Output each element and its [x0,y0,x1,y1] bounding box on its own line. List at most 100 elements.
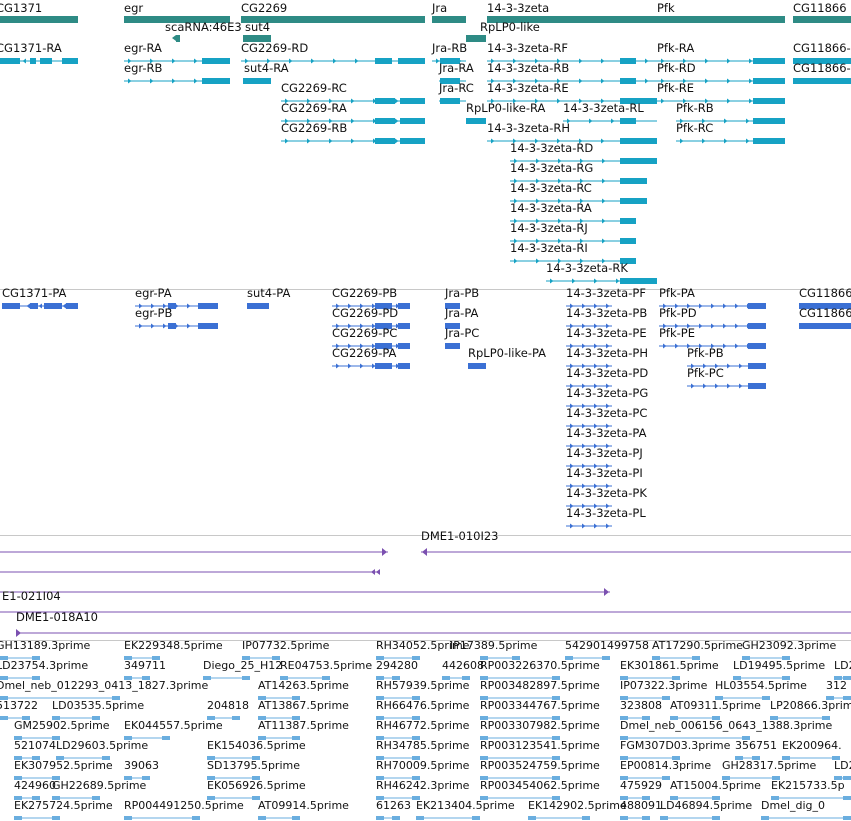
est-label[interactable]: EK213404.5prime [416,799,515,812]
est-label[interactable]: RH66476.5prime [376,699,469,712]
est-block[interactable] [292,816,300,820]
protein-label[interactable]: 14-3-3zeta-PC [566,407,647,420]
protein-exon[interactable] [748,323,766,329]
est-block[interactable] [392,816,400,820]
est-block[interactable] [620,816,628,820]
transcript-label[interactable]: CG2269-RA [281,102,347,115]
transcript-exon[interactable] [620,138,657,144]
est-label[interactable]: AT14263.5prime [258,679,349,692]
protein-label[interactable]: CG2269-PA [332,347,396,360]
transcript-label[interactable]: 14-3-3zeta-RD [510,142,593,155]
protein-label[interactable]: egr-PA [135,287,172,300]
protein-label[interactable]: sut4-PA [247,287,290,300]
protein-label[interactable]: 14-3-3zeta-PD [566,367,648,380]
protein-exon[interactable] [398,323,410,329]
transcript-exon[interactable] [375,98,395,104]
est-label[interactable]: 442608 [442,659,484,672]
transcript-label[interactable]: Jra-RC [439,82,474,95]
est-label[interactable]: RE04753.5prime [280,659,372,672]
est-label[interactable]: 542901499758 [565,639,649,652]
est-label[interactable]: AT17290.5prime [652,639,743,652]
est-label[interactable]: RH34785.5prime [376,739,469,752]
protein-label[interactable]: CG2269-PB [332,287,397,300]
est-label[interactable]: RP003344767.5prime [480,699,600,712]
est-block[interactable] [242,676,250,680]
est-label[interactable]: RP003482897.5prime [480,679,600,692]
transcript-exon[interactable] [753,98,785,104]
protein-label[interactable]: Jra-PA [445,307,478,320]
est-block[interactable] [843,816,851,820]
protein-exon[interactable] [799,323,851,329]
est-label[interactable]: 323808 [620,699,662,712]
transcript-exon[interactable] [375,118,395,124]
protein-label[interactable]: 14-3-3zeta-PH [566,347,648,360]
est-block[interactable] [762,696,770,700]
protein-label[interactable]: 14-3-3zeta-PG [566,387,648,400]
transcript-label[interactable]: 14-3-3zeta-RK [546,262,628,275]
transcript-label[interactable]: Pfk-RD [657,62,696,75]
est-label[interactable]: EK154036.5prime [207,739,306,752]
transcript-label[interactable]: Jra-RB [432,42,467,55]
protein-label[interactable]: Pfk-PE [659,327,695,340]
protein-label[interactable]: 14-3-3zeta-PI [566,467,643,480]
est-label[interactable]: RH46772.5prime [376,719,469,732]
est-label[interactable]: EP00814.3prime [620,759,711,772]
est-label[interactable]: LP20866.3prime [770,699,851,712]
transcript-exon[interactable] [202,58,230,64]
transcript-exon[interactable] [30,58,36,64]
transcript-exon[interactable] [753,138,785,144]
est-label[interactable]: LD03535.5prime [52,699,144,712]
est-label[interactable]: AT13867.5prime [258,699,349,712]
transcript-exon[interactable] [620,198,647,204]
clone-label[interactable]: DME1-010I23 [421,530,499,543]
est-block[interactable] [662,776,670,780]
protein-exon[interactable] [66,303,78,309]
est-label[interactable]: 39063 [124,759,159,772]
est-label[interactable]: RP003454062.5prime [480,779,600,792]
protein-exon[interactable] [748,363,766,369]
protein-label[interactable]: RpLP0-like-PA [468,347,546,360]
est-block[interactable] [660,816,668,820]
est-block[interactable] [472,816,480,820]
protein-label[interactable]: Jra-PB [445,287,479,300]
protein-label[interactable]: 14-3-3zeta-PL [566,507,646,520]
est-block[interactable] [642,816,650,820]
est-label[interactable]: 294280 [376,659,418,672]
transcript-label[interactable]: CG2269-RD [241,42,308,55]
est-label[interactable]: RP003123541.5prime [480,739,600,752]
transcript-label[interactable]: 14-3-3zeta-RH [487,122,570,135]
est-label[interactable]: 312 [826,679,847,692]
transcript-exon[interactable] [620,278,657,284]
transcript-exon[interactable] [62,58,78,64]
est-block[interactable] [192,816,200,820]
transcript-label[interactable]: egr-RB [124,62,162,75]
est-label[interactable]: LD2 [834,759,851,772]
transcript-label[interactable]: Pfk-RB [676,102,714,115]
transcript-exon[interactable] [40,58,52,64]
est-block[interactable] [761,816,769,820]
est-block[interactable] [376,816,384,820]
transcript-exon[interactable] [0,58,20,64]
protein-label[interactable]: 14-3-3zeta-PA [566,427,646,440]
transcript-label[interactable]: Jra-RA [439,62,474,75]
protein-label[interactable]: egr-PB [135,307,172,320]
protein-exon[interactable] [748,303,766,309]
transcript-label[interactable]: 14-3-3zeta-RJ [510,222,588,235]
protein-label[interactable]: CG11866-PA [799,287,851,300]
transcript-label[interactable]: 14-3-3zeta-RC [510,182,592,195]
transcript-label[interactable]: Pfk-RA [657,42,694,55]
transcript-label[interactable]: CG11866-RB [793,62,851,75]
protein-label[interactable]: Pfk-PA [659,287,695,300]
est-label[interactable]: 349711 [124,659,166,672]
transcript-exon[interactable] [400,98,425,104]
transcript-exon[interactable] [400,138,425,144]
est-label[interactable]: HL03554.5prime [715,679,807,692]
transcript-exon[interactable] [620,58,636,64]
protein-exon[interactable] [44,303,62,309]
est-block[interactable] [232,716,240,720]
est-block[interactable] [843,796,851,800]
protein-exon[interactable] [398,303,410,309]
gene-label[interactable]: Pfk [657,2,675,15]
transcript-exon[interactable] [202,78,230,84]
transcript-exon[interactable] [375,138,395,144]
